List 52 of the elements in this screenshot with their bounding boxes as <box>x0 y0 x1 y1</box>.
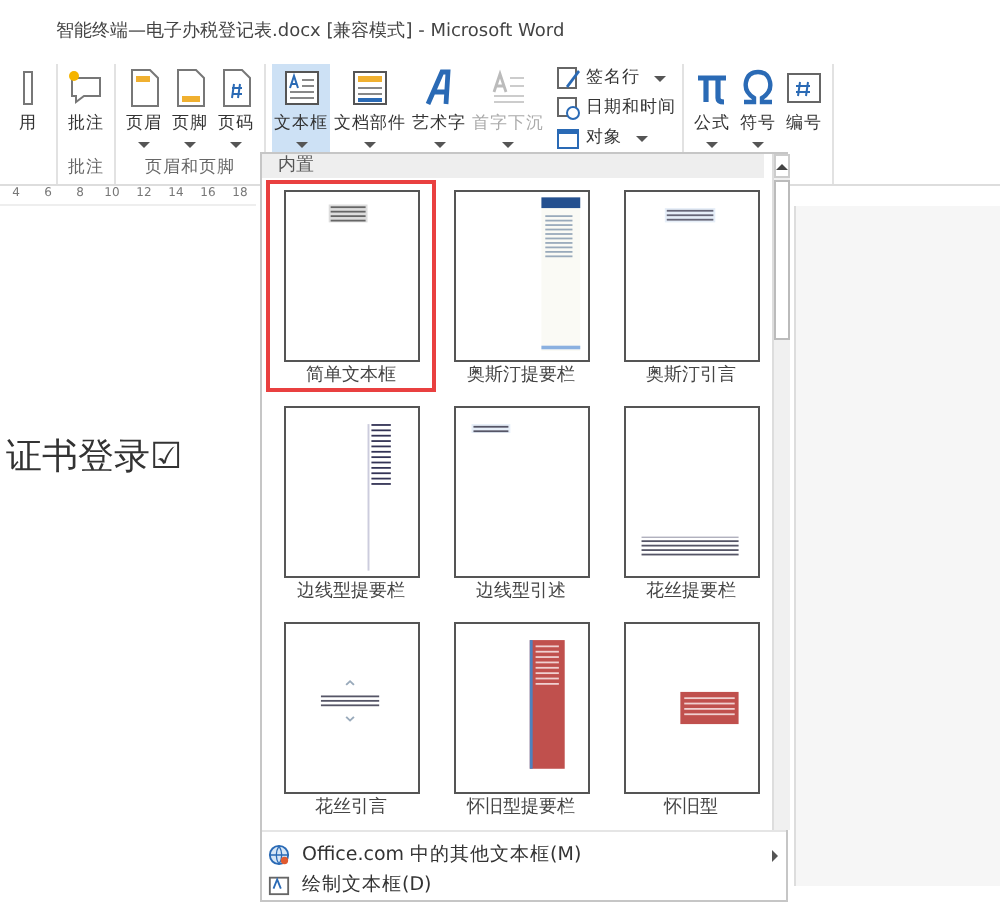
gallery-item[interactable]: 花丝引言 <box>266 612 436 824</box>
group-label: 批注 <box>66 156 106 180</box>
ribbon-button[interactable]: 日期和时间 <box>556 94 676 122</box>
item-label: 奥斯汀引言 <box>646 366 736 388</box>
item-label: 怀旧型提要栏 <box>467 798 575 820</box>
scroll-thumb[interactable] <box>774 180 790 340</box>
scrollbar[interactable] <box>772 154 790 830</box>
document-parts-icon <box>350 68 390 108</box>
text-box-icon <box>281 68 321 108</box>
scroll-up-icon <box>776 163 788 169</box>
window-title: 智能终端—电子办税登记表.docx [兼容模式] - Microsoft Word <box>56 19 565 43</box>
gallery-item[interactable]: 奥斯汀引言 <box>606 180 776 392</box>
document-text: 证书登录☑ <box>6 434 184 480</box>
ribbon-button[interactable]: 签名行 <box>556 64 676 92</box>
ribbon-button[interactable]: 用 <box>6 64 50 156</box>
ribbon-button[interactable]: 艺术字 <box>410 64 468 156</box>
comment-icon <box>66 68 106 108</box>
ribbon-button[interactable]: 编号 <box>782 64 826 156</box>
drop-cap-icon <box>488 68 528 108</box>
section-header: 内置 <box>262 154 764 178</box>
ribbon-button[interactable]: 符号 <box>736 64 780 156</box>
item-label: 花丝提要栏 <box>646 582 736 604</box>
text-box-icon <box>268 874 290 896</box>
gallery-item[interactable]: 简单文本框 <box>266 180 436 392</box>
menu-item[interactable]: 绘制文本框(D) <box>262 870 786 900</box>
gallery-item[interactable]: 边线型引述 <box>436 396 606 608</box>
gallery-item[interactable]: 奥斯汀提要栏 <box>436 180 606 392</box>
number-icon <box>784 68 824 108</box>
item-label: 花丝引言 <box>315 798 387 820</box>
ribbon-button[interactable]: 文本框 <box>272 64 330 156</box>
gallery-item[interactable]: 花丝提要栏 <box>606 396 776 608</box>
ribbon-button[interactable]: 公式 <box>690 64 734 156</box>
page-icon <box>22 68 34 108</box>
item-label: 边线型引述 <box>476 582 566 604</box>
item-label: 简单文本框 <box>306 366 396 388</box>
signature-icon <box>556 66 580 90</box>
calendar-clock-icon <box>556 96 580 120</box>
ribbon-button[interactable]: 页眉 <box>122 64 166 156</box>
ribbon-button[interactable]: 页码 <box>214 64 258 156</box>
ribbon-button[interactable]: 批注 <box>64 64 108 156</box>
globe-icon <box>268 844 290 866</box>
group-label: 页眉和页脚 <box>143 156 237 180</box>
item-label: 怀旧型 <box>664 798 718 820</box>
ribbon-button[interactable]: 页脚 <box>168 64 212 156</box>
gallery-item[interactable]: 边线型提要栏 <box>266 396 436 608</box>
ribbon-button[interactable]: 对象 <box>556 124 676 152</box>
item-label: 奥斯汀提要栏 <box>467 366 575 388</box>
gallery-item[interactable]: 怀旧型 <box>606 612 776 824</box>
menu-item[interactable]: Office.com 中的其他文本框(M) <box>262 840 786 870</box>
item-label: 边线型提要栏 <box>297 582 405 604</box>
omega-icon <box>738 68 778 108</box>
gallery-item[interactable]: 怀旧型提要栏 <box>436 612 606 824</box>
